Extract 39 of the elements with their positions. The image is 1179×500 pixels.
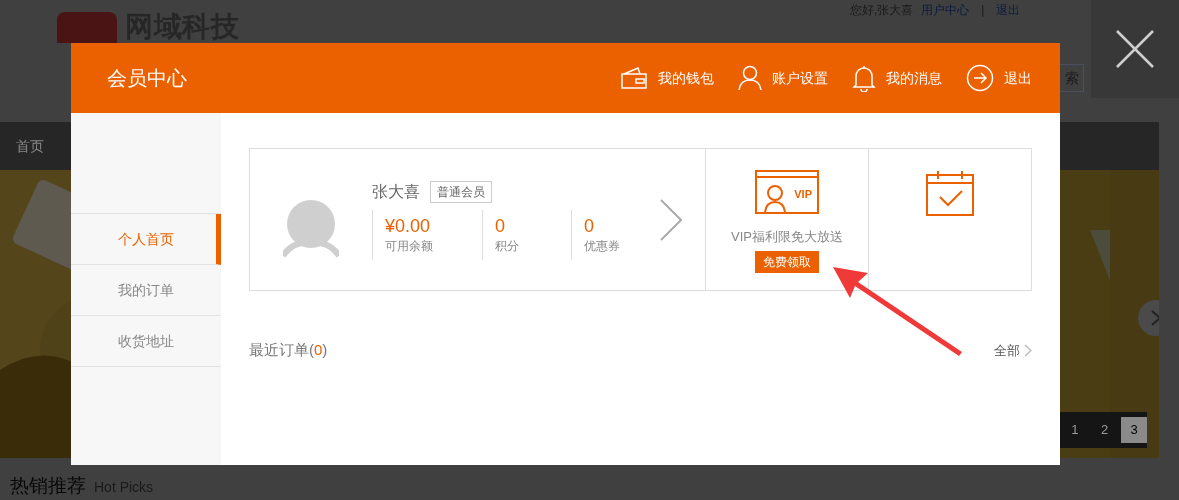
modal-title: 会员中心 bbox=[107, 66, 188, 91]
claim-button[interactable]: 免费领取 bbox=[755, 250, 819, 273]
sidebar-item[interactable]: 我的订单 bbox=[71, 265, 221, 316]
chevron-icon[interactable] bbox=[660, 198, 682, 241]
stat-label: 积分 bbox=[495, 237, 520, 255]
member-badge: 普通会员 bbox=[430, 180, 492, 203]
promo-text: VIP福利限免大放送 bbox=[731, 228, 843, 246]
close-button[interactable] bbox=[1091, 0, 1179, 98]
close-icon bbox=[1116, 30, 1154, 68]
stat-value: 0 bbox=[495, 214, 506, 237]
stat-label: 优惠券 bbox=[584, 237, 621, 255]
stat-value: 0 bbox=[584, 214, 595, 237]
user-icon bbox=[738, 65, 762, 91]
header-link[interactable]: 我的钱包 bbox=[658, 67, 714, 89]
wallet-icon bbox=[620, 66, 648, 90]
header-link[interactable]: 我的消息 bbox=[886, 67, 942, 89]
chevron-icon bbox=[1151, 310, 1159, 326]
sidebar-item[interactable]: 个人首页 bbox=[71, 214, 221, 265]
calendar-icon[interactable] bbox=[926, 170, 974, 216]
recent-orders-title: 最近订单(0) bbox=[249, 340, 328, 360]
section-title: 热销推荐 bbox=[10, 475, 86, 497]
all-link[interactable]: 全部 bbox=[994, 340, 1032, 360]
header-link[interactable]: 账户设置 bbox=[772, 67, 828, 89]
avatar-icon bbox=[283, 199, 339, 258]
exit-icon bbox=[966, 64, 994, 92]
nav-link[interactable]: 首页 bbox=[0, 135, 60, 157]
stat-label: 可用余额 bbox=[385, 237, 434, 255]
pager-button[interactable]: 2 bbox=[1091, 417, 1118, 443]
vip-icon: VIP bbox=[755, 170, 819, 214]
pager-button[interactable]: 3 bbox=[1121, 417, 1147, 443]
bell-icon bbox=[852, 64, 876, 92]
logo-icon bbox=[57, 12, 117, 43]
sidebar-item[interactable]: 收货地址 bbox=[71, 316, 221, 367]
stat-value: ¥0.00 bbox=[385, 214, 432, 237]
header-link[interactable]: 退出 bbox=[1004, 67, 1032, 89]
pager-button[interactable]: 1 bbox=[1062, 417, 1088, 443]
user-name: 张大喜 bbox=[372, 181, 420, 202]
separator-text: | bbox=[980, 2, 986, 19]
chevron-icon bbox=[1024, 343, 1032, 357]
